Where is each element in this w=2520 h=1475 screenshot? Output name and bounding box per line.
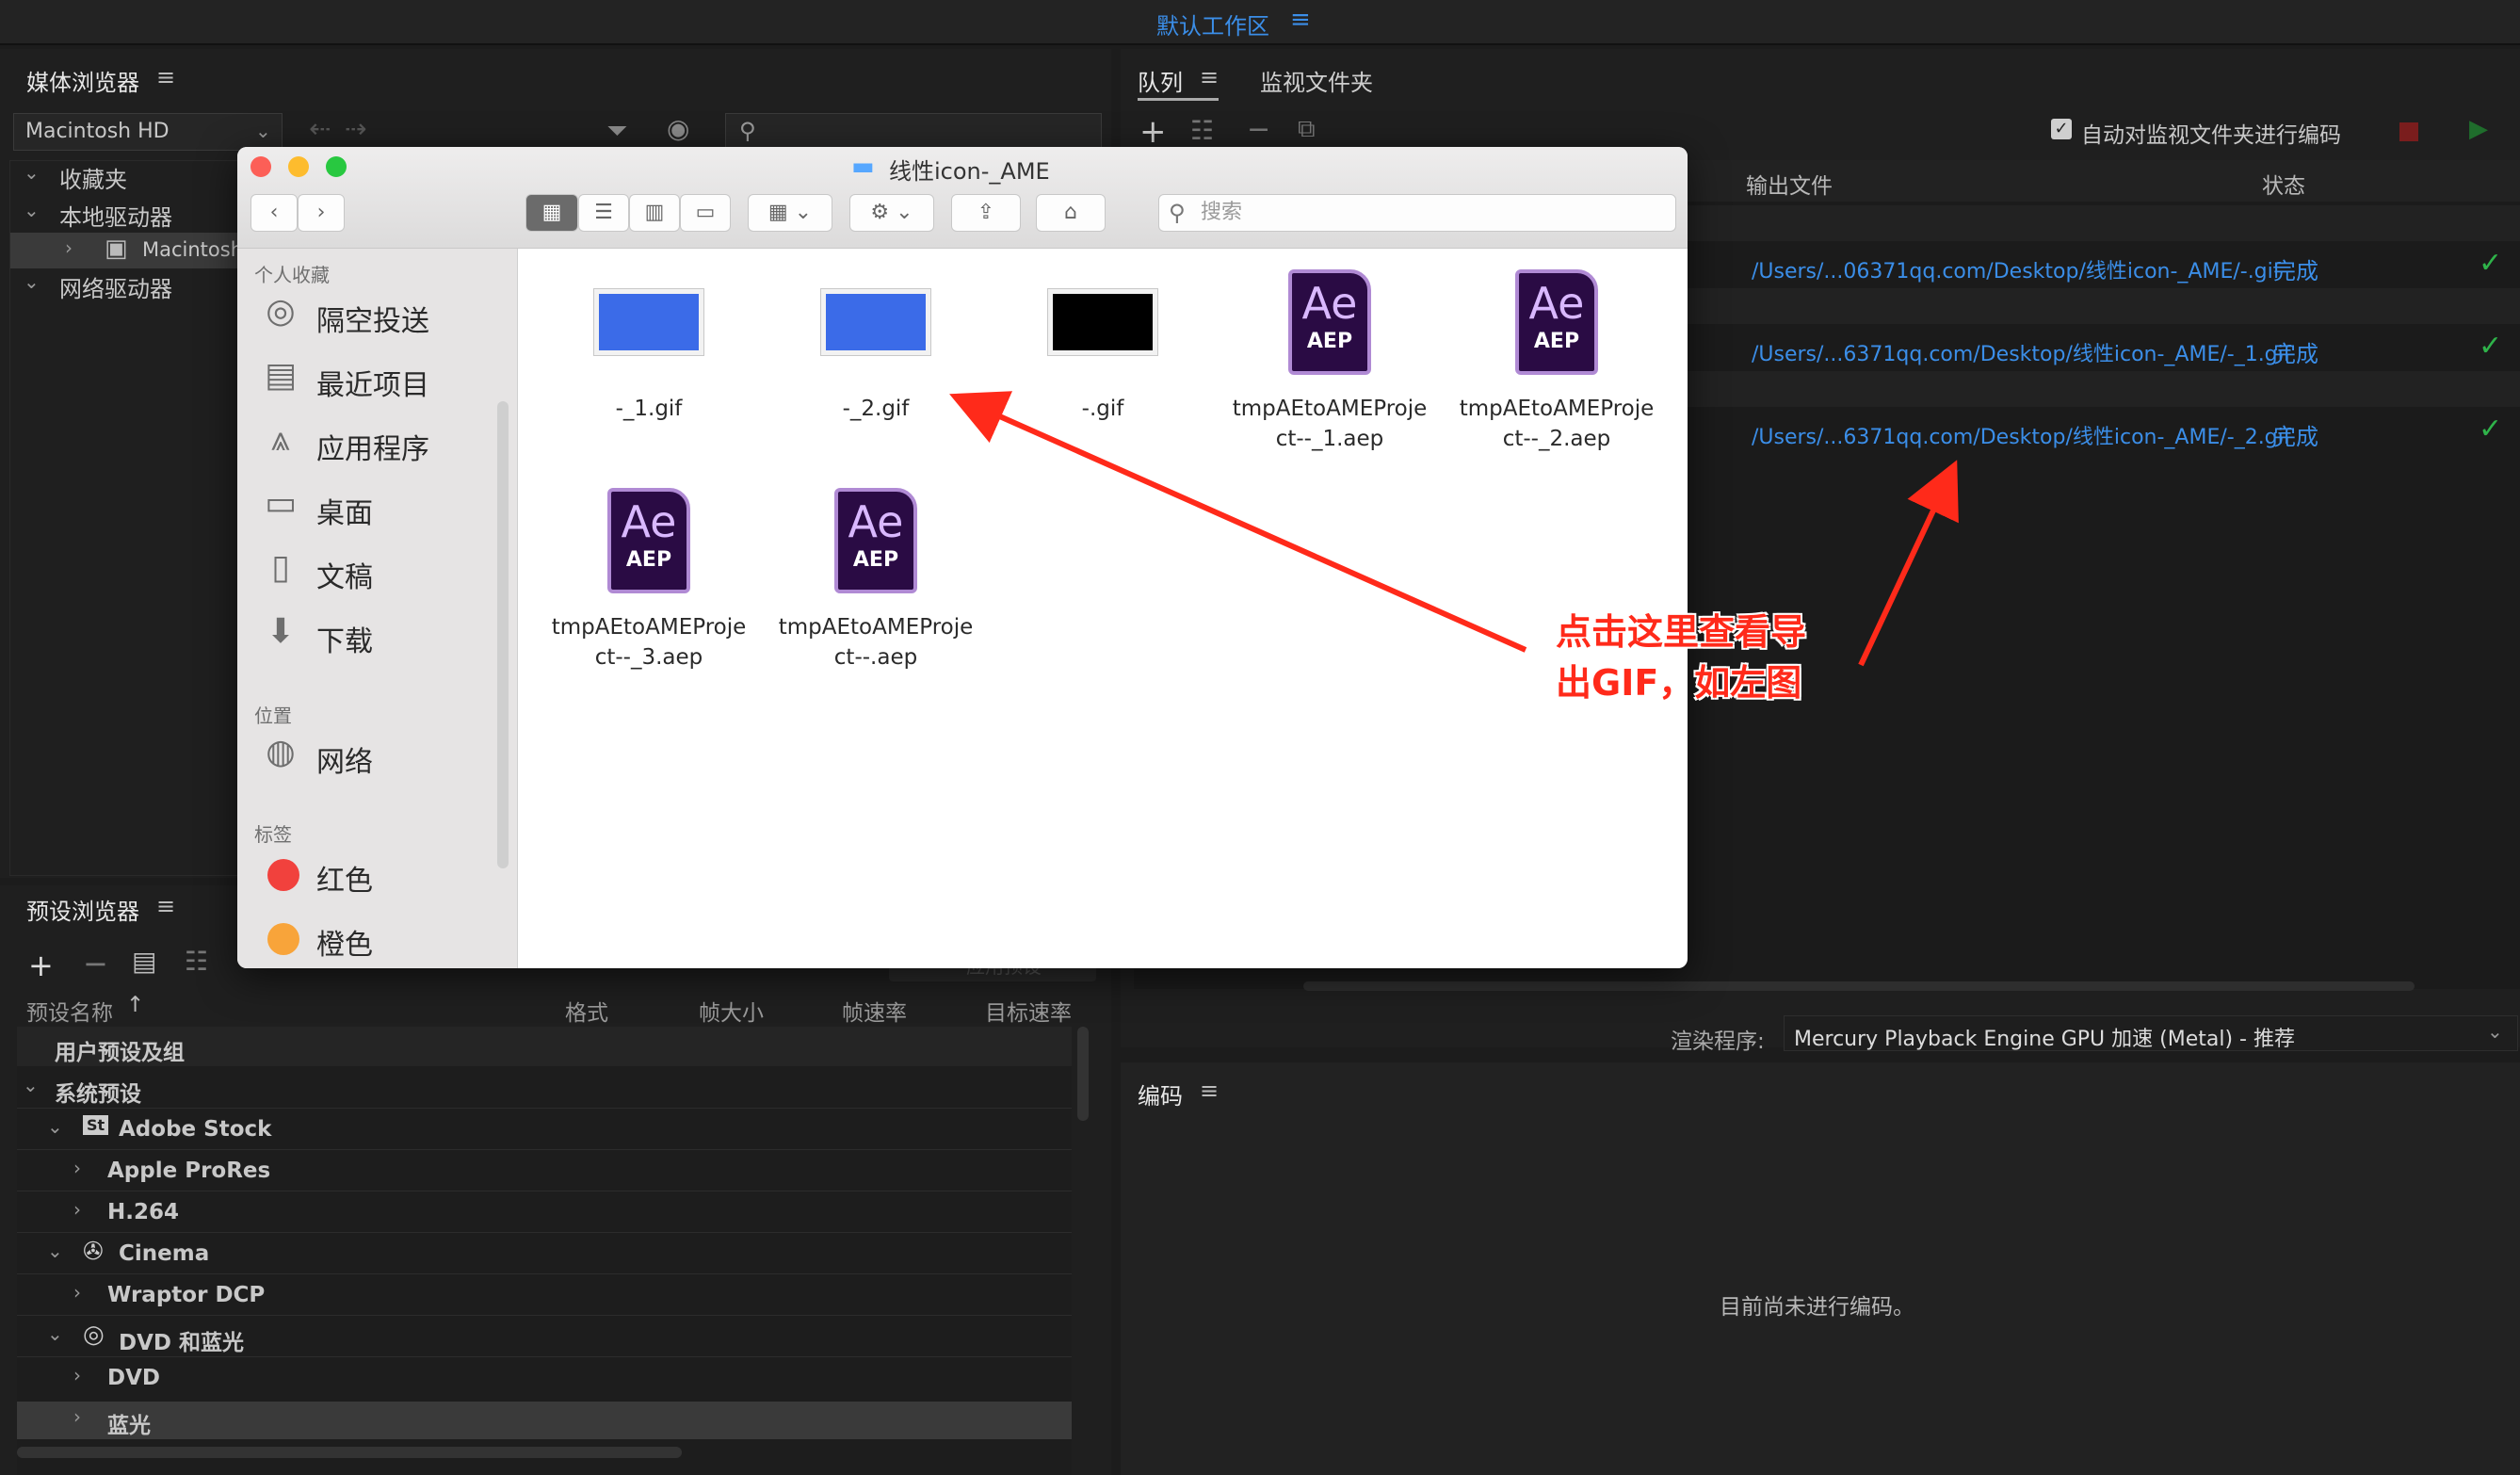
annotation-text-line1: 点击这里查看导 [1556,611,1807,653]
annotation-arrows [949,391,1959,667]
annotation-text-line2: 出GIF，如左图 [1556,662,1802,704]
arrow-to-output [1858,460,1959,667]
arrow-to-finder [949,391,1527,653]
